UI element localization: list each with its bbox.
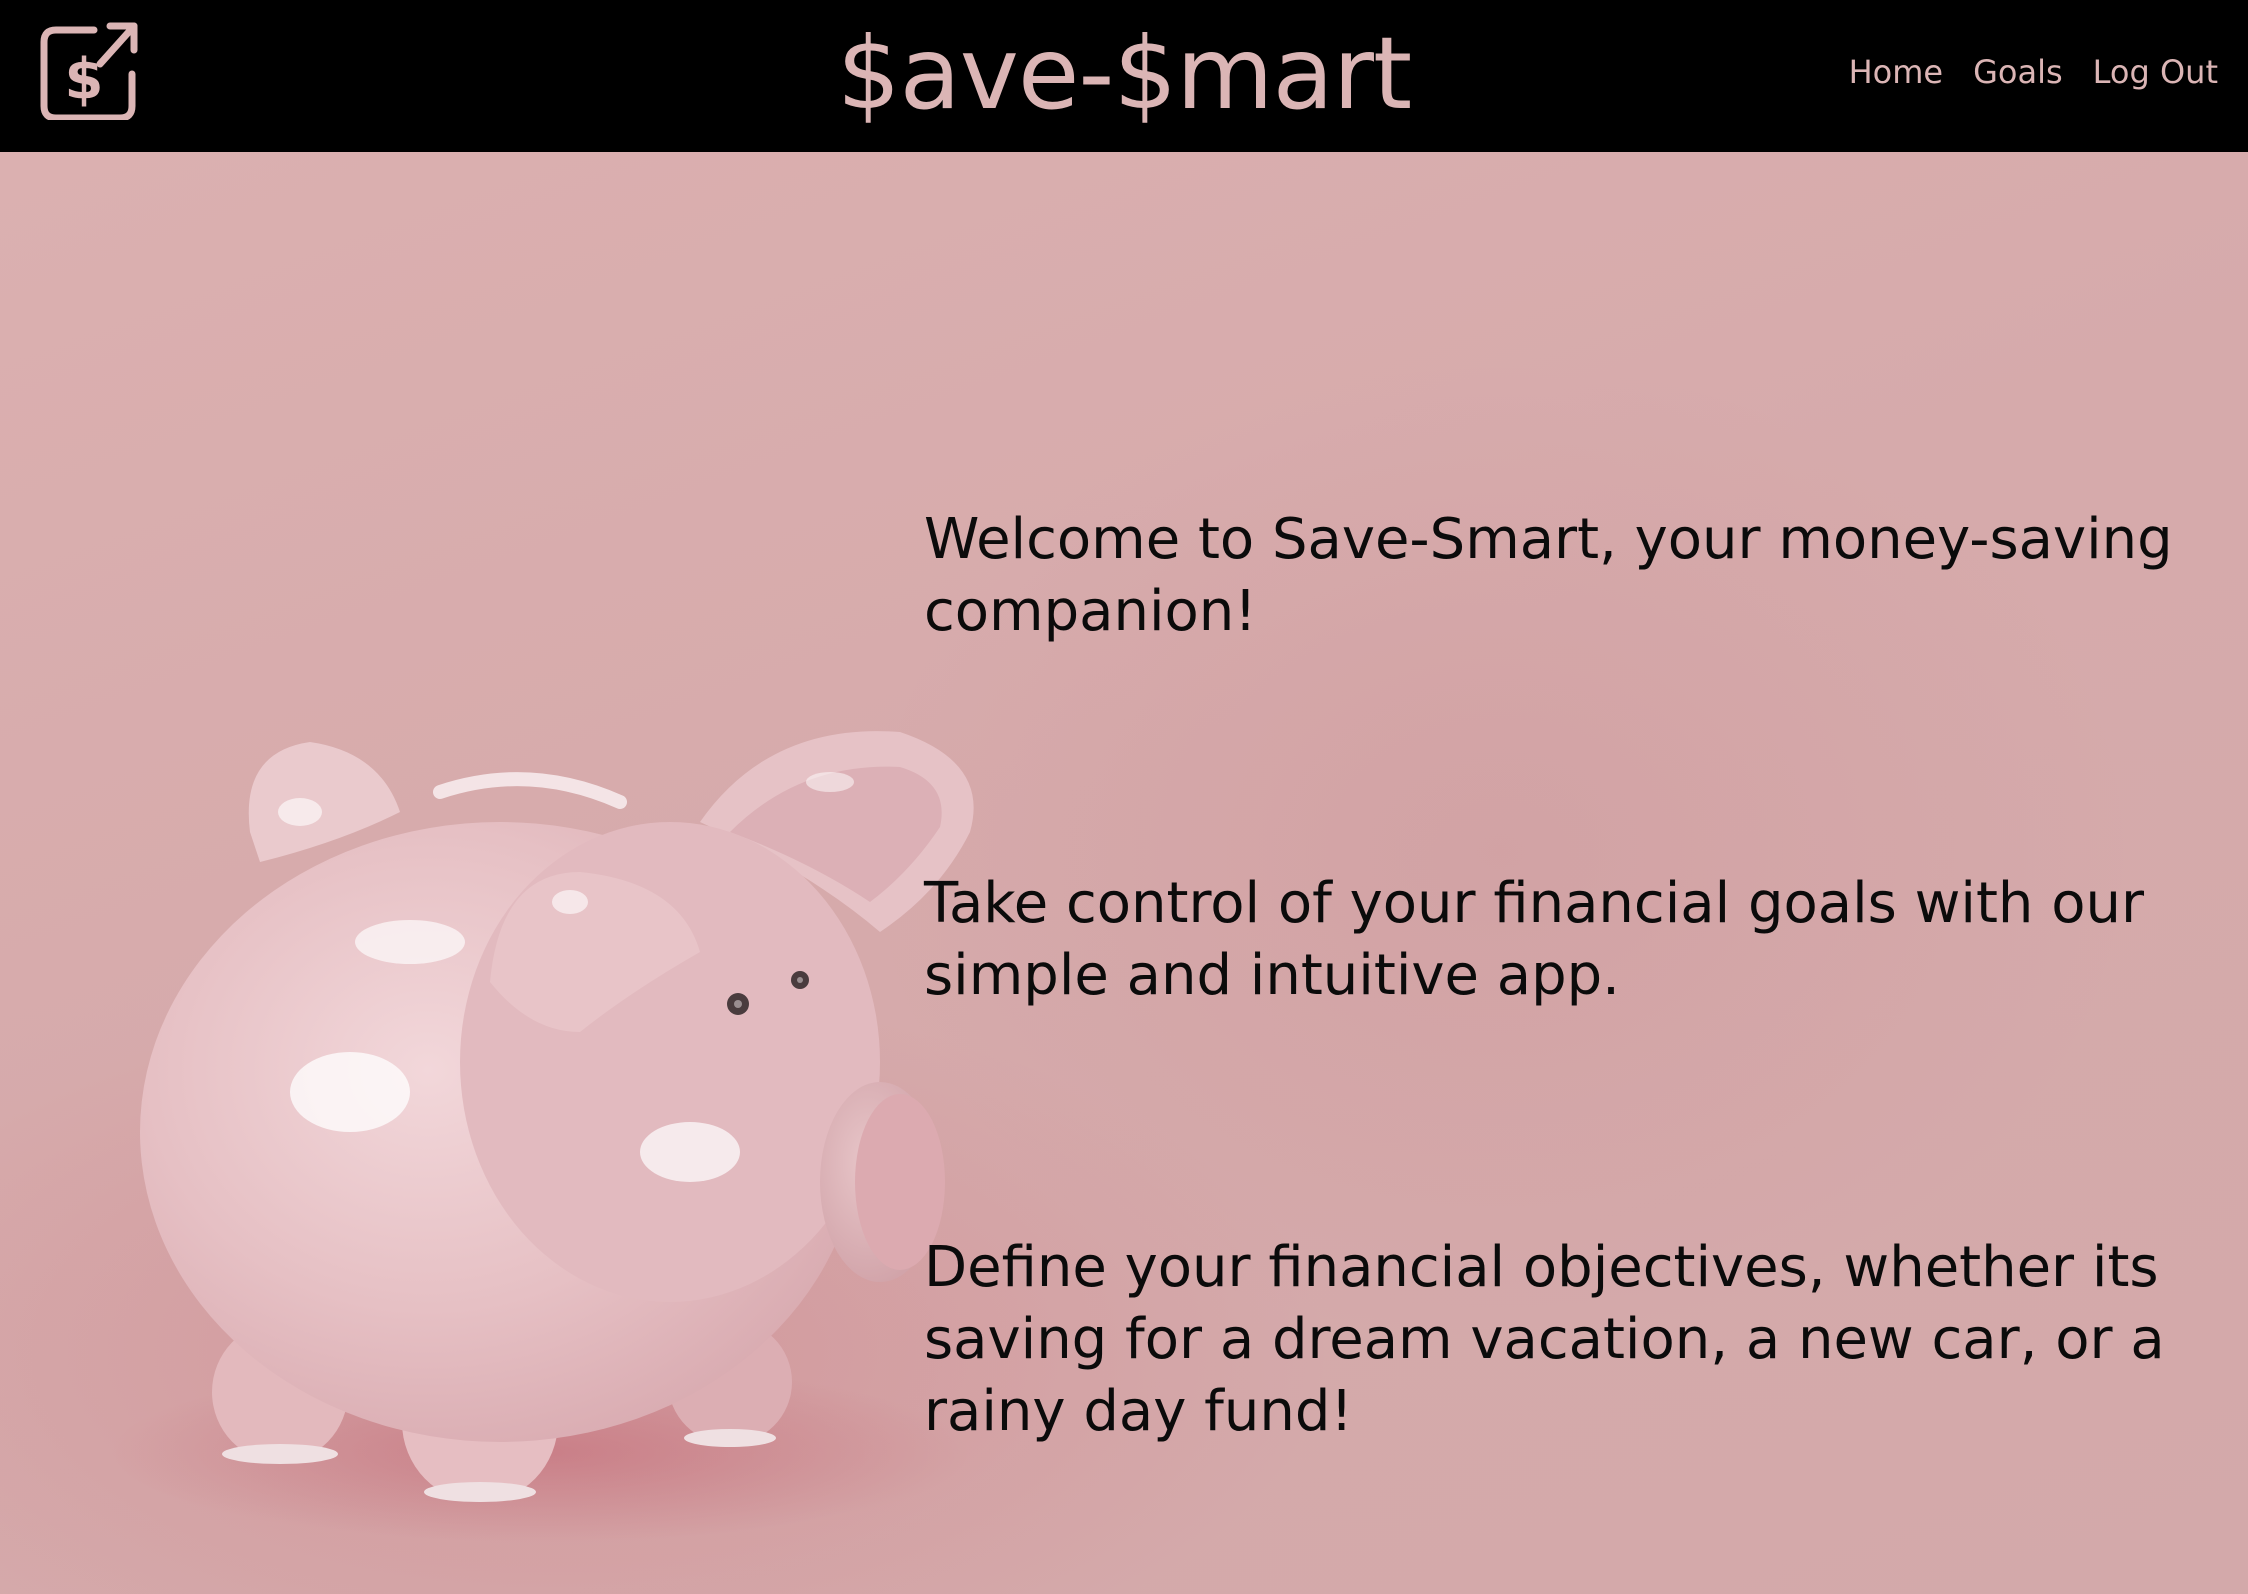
hero-section: Welcome to Save-Smart, your money-saving… — [0, 152, 2248, 1594]
nav-link-goals[interactable]: Goals — [1973, 52, 2063, 92]
main-nav: Home Goals Log Out — [1849, 52, 2218, 92]
piggy-bank-image — [110, 572, 1010, 1572]
nav-link-log-out[interactable]: Log Out — [2093, 52, 2218, 92]
welcome-text: Welcome to Save-Smart, your money-saving… — [924, 507, 2173, 644]
top-navbar: $ $ave-$mart Home Goals Log Out — [0, 0, 2248, 152]
page: $ $ave-$mart Home Goals Log Out Welcome … — [0, 0, 2248, 1594]
control-goals-text: Take control of your financial goals wit… — [924, 871, 2144, 1008]
nav-link-home[interactable]: Home — [1849, 52, 1944, 92]
objectives-text: Define your financial objectives, whethe… — [924, 1235, 2165, 1444]
